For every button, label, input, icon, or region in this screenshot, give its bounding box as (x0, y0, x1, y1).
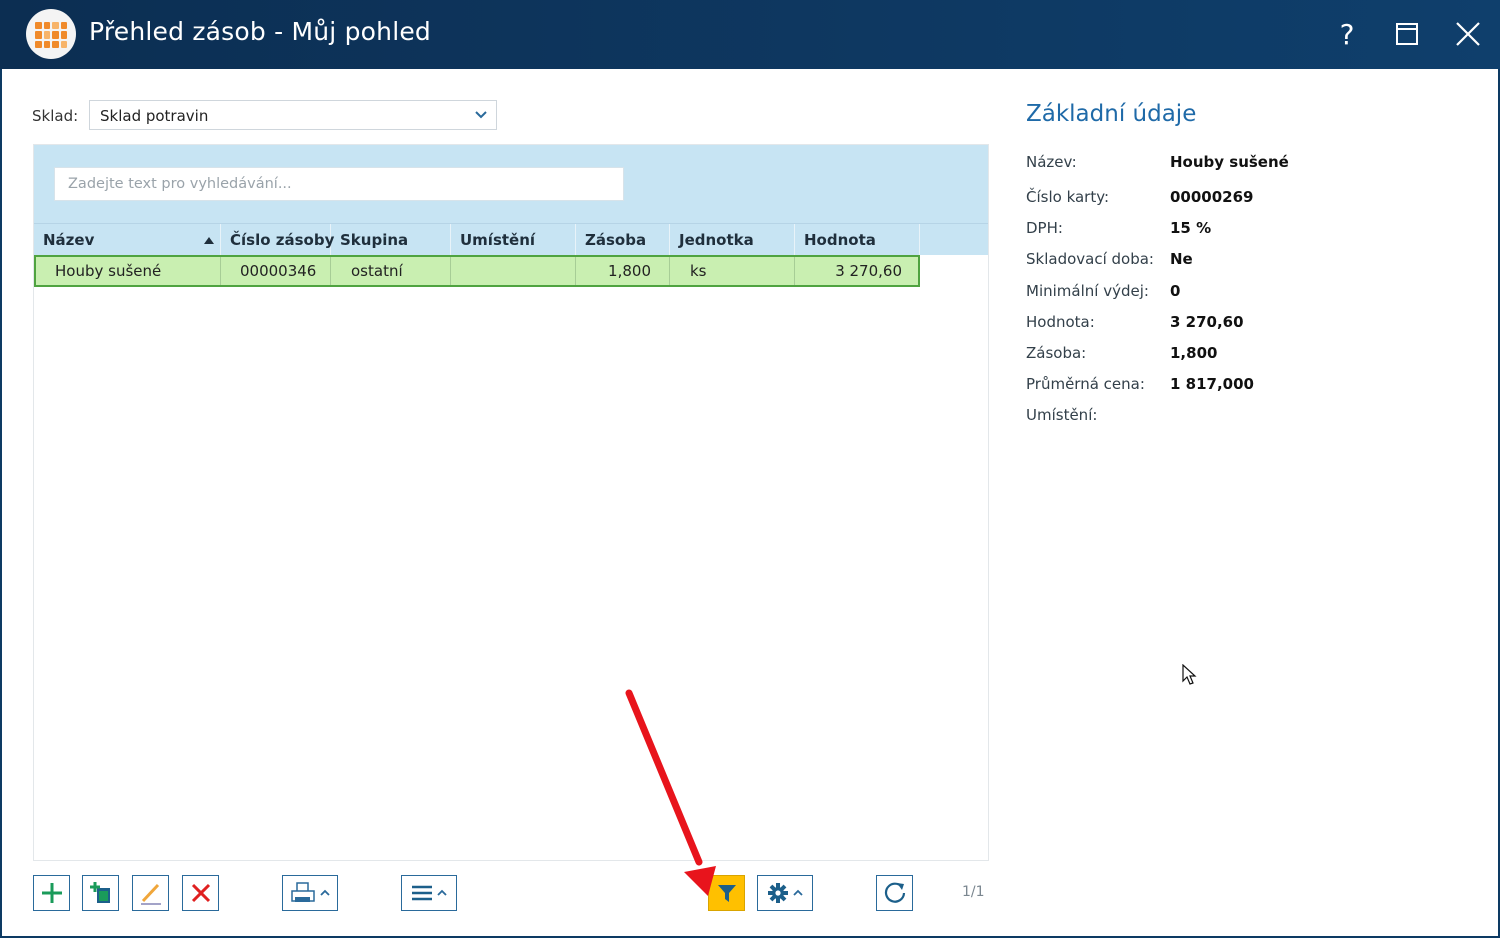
cell-nazev: Houby sušené (36, 257, 221, 285)
settings-button[interactable] (757, 875, 813, 911)
refresh-icon (884, 882, 905, 903)
menu-button[interactable] (401, 875, 457, 911)
chevron-up-icon (793, 889, 803, 896)
filter-icon (717, 885, 736, 902)
stock-list-panel: Zadejte text pro vyhledávání... Název Čí… (33, 144, 989, 861)
filter-button[interactable] (708, 875, 745, 911)
edit-icon (140, 883, 161, 905)
search-input[interactable]: Zadejte text pro vyhledávání... (54, 167, 624, 201)
cell-jednotka: ks (670, 257, 795, 285)
cell-umisteni (451, 257, 576, 285)
edit-button[interactable] (132, 875, 169, 911)
maximize-button[interactable] (1387, 14, 1427, 54)
detail-value-nazev: Houby sušené (1170, 153, 1289, 171)
detail-label-hodnota: Hodnota: (1026, 313, 1095, 331)
detail-value-cislo-karty: 00000269 (1170, 188, 1254, 206)
close-button[interactable] (1448, 14, 1488, 54)
search-placeholder: Zadejte text pro vyhledávání... (68, 176, 292, 192)
main-content: Sklad: Sklad potravin Zadejte text pro v… (2, 69, 1498, 936)
chevron-down-icon (475, 111, 487, 119)
detail-value-zasoba: 1,800 (1170, 344, 1218, 362)
column-header-hodnota[interactable]: Hodnota (795, 224, 920, 256)
add-icon (41, 883, 62, 903)
detail-label-nazev: Název: (1026, 153, 1077, 171)
column-header-zasoba[interactable]: Zásoba (576, 224, 670, 256)
delete-icon (191, 883, 210, 903)
window-title: Přehled zásob - Můj pohled (89, 17, 431, 46)
pager-indicator: 1/1 (962, 884, 985, 900)
detail-value-prumerna-cena: 1 817,000 (1170, 375, 1254, 393)
refresh-button[interactable] (876, 875, 913, 911)
copy-add-button[interactable] (82, 875, 119, 911)
maximize-icon (1396, 23, 1418, 45)
table-header: Název Číslo zásoby Skupina Umístění Záso… (34, 223, 988, 256)
cell-zasoba: 1,800 (576, 257, 670, 285)
column-header-umisteni[interactable]: Umístění (451, 224, 576, 256)
app-logo-icon (26, 9, 76, 59)
gear-icon (768, 883, 788, 903)
details-title: Základní údaje (1026, 101, 1197, 127)
delete-button[interactable] (182, 875, 219, 911)
sort-ascending-icon[interactable] (204, 236, 214, 244)
chevron-up-icon (437, 889, 447, 896)
detail-label-cislo-karty: Číslo karty: (1026, 188, 1110, 206)
column-header-nazev[interactable]: Název (34, 224, 221, 256)
cell-cislo-zasoby: 00000346 (221, 257, 331, 285)
table-row[interactable]: Houby sušené 00000346 ostatní 1,800 ks 3… (34, 255, 920, 287)
add-button[interactable] (33, 875, 70, 911)
print-button[interactable] (282, 875, 338, 911)
search-band: Zadejte text pro vyhledávání... (34, 145, 988, 223)
detail-label-skladovaci-doba: Skladovací doba: (1026, 250, 1154, 268)
close-icon (1456, 22, 1480, 46)
sklad-dropdown[interactable]: Sklad potravin (89, 100, 497, 130)
chevron-up-icon (320, 889, 330, 896)
detail-value-dph: 15 % (1170, 219, 1212, 237)
sklad-label: Sklad: (32, 107, 79, 125)
sklad-selected-value: Sklad potravin (100, 107, 209, 125)
print-icon (291, 882, 315, 902)
cell-skupina: ostatní (331, 257, 451, 285)
mouse-cursor-icon (1182, 664, 1197, 685)
title-bar: Přehled zásob - Můj pohled ? (0, 0, 1500, 69)
detail-value-hodnota: 3 270,60 (1170, 313, 1244, 331)
cell-hodnota: 3 270,60 (835, 262, 902, 280)
detail-label-prumerna-cena: Průměrná cena: (1026, 375, 1145, 393)
detail-value-skladovaci-doba: Ne (1170, 250, 1193, 268)
column-header-skupina[interactable]: Skupina (331, 224, 451, 256)
column-header-jednotka[interactable]: Jednotka (670, 224, 795, 256)
column-header-cislo-zasoby[interactable]: Číslo zásoby (221, 224, 334, 256)
app-window: Přehled zásob - Můj pohled ? Sklad: Skla… (0, 0, 1500, 938)
detail-label-dph: DPH: (1026, 219, 1063, 237)
detail-label-umisteni: Umístění: (1026, 406, 1098, 424)
detail-label-zasoba: Zásoba: (1026, 344, 1087, 362)
detail-value-minimalni-vydej: 0 (1170, 282, 1181, 300)
help-button[interactable]: ? (1327, 14, 1367, 54)
detail-label-minimalni-vydej: Minimální výdej: (1026, 282, 1149, 300)
copy-add-icon (89, 882, 110, 903)
menu-icon (412, 885, 432, 901)
